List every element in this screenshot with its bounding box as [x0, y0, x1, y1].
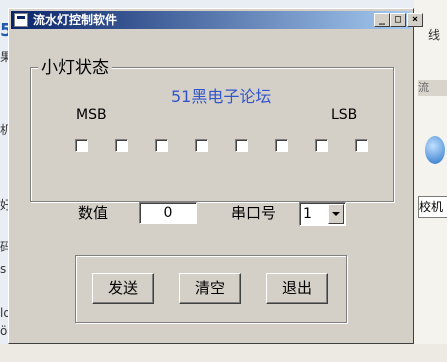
chevron-down-icon[interactable]: [328, 204, 344, 224]
led-checkbox-bit7[interactable]: [75, 139, 88, 152]
window-titlebar[interactable]: 流水灯控制软件 _ □ ×: [11, 11, 423, 29]
led-checkbox-bit4[interactable]: [195, 139, 208, 152]
value-label: 数值: [78, 204, 109, 222]
background-field-fragment: 校机: [418, 196, 447, 218]
lsb-label: LSB: [331, 107, 358, 123]
led-checkbox-bit1[interactable]: [315, 139, 328, 152]
clear-button[interactable]: 清空: [179, 273, 241, 304]
exit-button[interactable]: 退出: [266, 273, 328, 304]
led-checkbox-bit5[interactable]: [155, 139, 168, 152]
background-globe-icon: [425, 136, 445, 164]
close-button[interactable]: ×: [407, 13, 423, 27]
msb-label: MSB: [76, 107, 107, 123]
desktop-bottom-edge: [0, 344, 447, 362]
led-checkbox-bit3[interactable]: [235, 139, 248, 152]
led-status-group-title: 小灯状态: [38, 57, 112, 79]
port-select-value: 1: [303, 206, 312, 222]
window-title: 流水灯控制软件: [33, 13, 118, 27]
port-select[interactable]: 1: [299, 202, 346, 226]
background-text-fragment: 线: [428, 28, 441, 42]
background-toolbar-fragment: 流: [418, 80, 447, 96]
desktop-right-edge: [414, 0, 447, 362]
app-icon[interactable]: [14, 13, 28, 27]
led-checkbox-bit2[interactable]: [275, 139, 288, 152]
send-button[interactable]: 发送: [92, 273, 154, 304]
background-text-fragment: ö: [0, 324, 8, 338]
port-label: 串口号: [231, 204, 277, 222]
minimize-button[interactable]: _: [374, 13, 390, 27]
brand-label: 51黑电子论坛: [171, 87, 272, 106]
led-checkbox-bit6[interactable]: [115, 139, 128, 152]
led-checkbox-bit0[interactable]: [355, 139, 368, 152]
background-text-fragment: s: [0, 262, 7, 276]
maximize-button[interactable]: □: [390, 13, 406, 27]
value-input[interactable]: 0: [139, 202, 197, 224]
